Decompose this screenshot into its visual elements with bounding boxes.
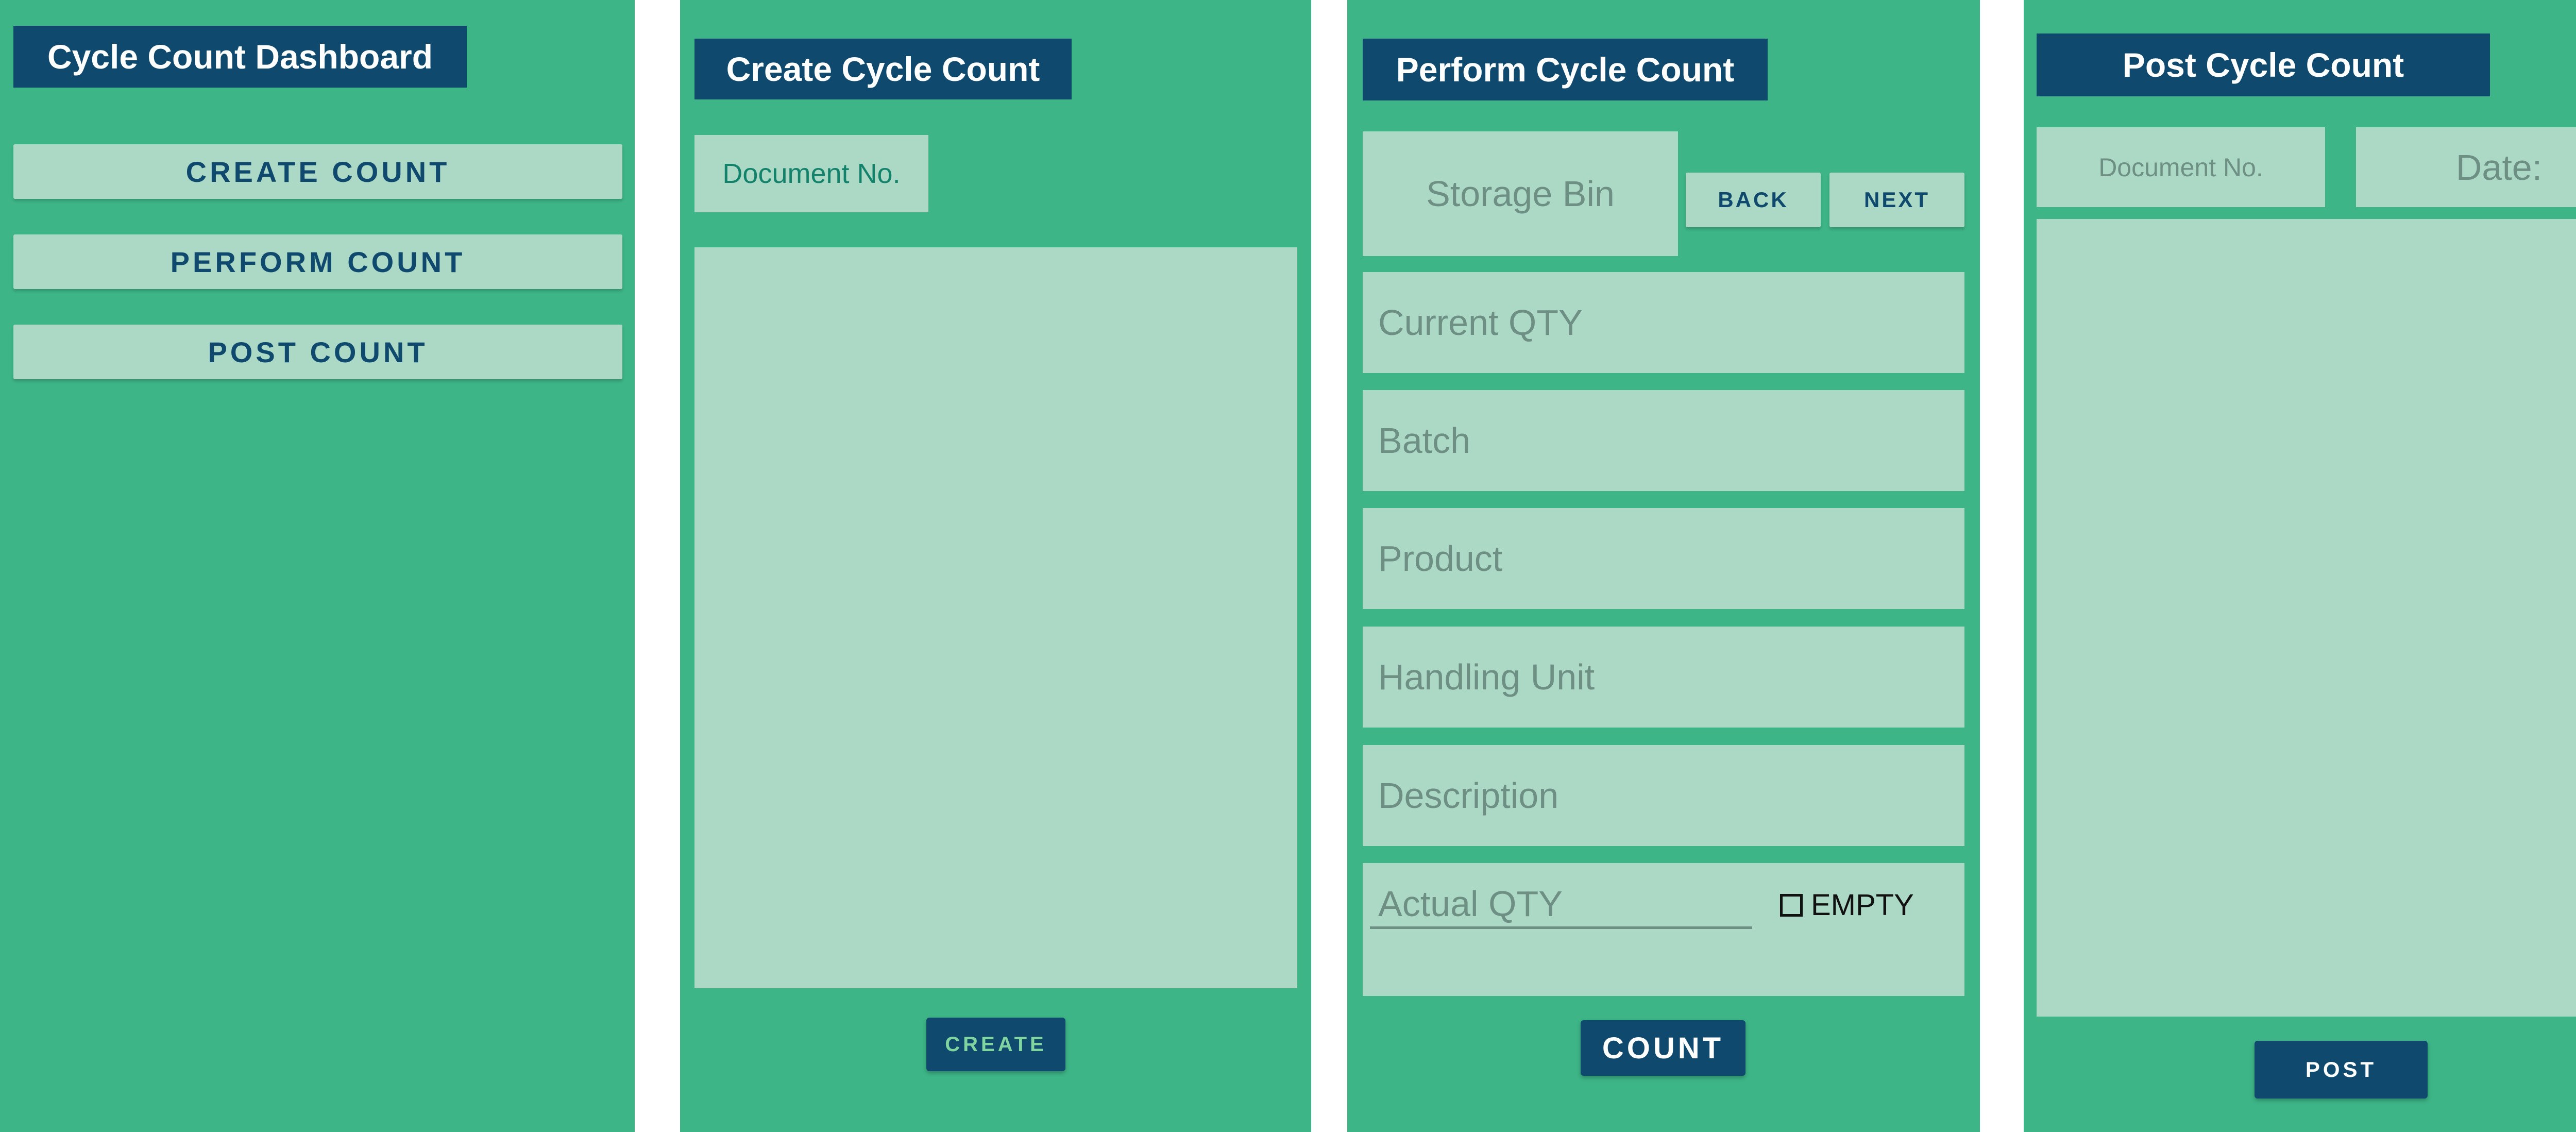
handling-unit-field[interactable]: Handling Unit xyxy=(1363,627,1964,728)
description-field[interactable]: Description xyxy=(1363,745,1964,846)
post-count-button[interactable]: POST COUNT xyxy=(13,325,622,379)
page-title: Create Cycle Count xyxy=(694,39,1072,99)
product-field[interactable]: Product xyxy=(1363,508,1964,609)
count-items-list xyxy=(694,247,1297,988)
document-number-input[interactable]: Document No. xyxy=(2037,127,2325,207)
batch-field[interactable]: Batch xyxy=(1363,390,1964,491)
page-title: Perform Cycle Count xyxy=(1363,39,1768,100)
back-button[interactable]: BACK xyxy=(1686,173,1821,227)
post-screen: Post Cycle Count Document No. Date: POST xyxy=(2024,0,2576,1132)
create-button[interactable]: CREATE xyxy=(926,1018,1065,1071)
page-title: Post Cycle Count xyxy=(2037,33,2490,96)
perform-screen: Perform Cycle Count Storage Bin BACK NEX… xyxy=(1347,0,1980,1132)
document-number-input[interactable]: Document No. xyxy=(694,135,928,212)
posted-items-list xyxy=(2037,219,2576,1017)
page-title: Cycle Count Dashboard xyxy=(13,26,467,88)
create-screen: Create Cycle Count Document No. CREATE xyxy=(680,0,1311,1132)
create-count-button[interactable]: CREATE COUNT xyxy=(13,144,622,199)
date-input[interactable]: Date: xyxy=(2356,127,2576,207)
empty-label: EMPTY xyxy=(1811,888,1914,922)
dashboard-screen: Cycle Count Dashboard CREATE COUNT PERFO… xyxy=(0,0,635,1132)
actual-qty-input[interactable]: Actual QTY xyxy=(1370,878,1752,929)
count-button[interactable]: COUNT xyxy=(1581,1020,1745,1076)
post-button[interactable]: POST xyxy=(2255,1041,2428,1099)
actual-qty-row: Actual QTY EMPTY xyxy=(1363,863,1964,996)
perform-count-button[interactable]: PERFORM COUNT xyxy=(13,234,622,289)
current-qty-field[interactable]: Current QTY xyxy=(1363,272,1964,373)
next-button[interactable]: NEXT xyxy=(1829,173,1964,227)
empty-checkbox[interactable] xyxy=(1780,894,1803,917)
storage-bin-input[interactable]: Storage Bin xyxy=(1363,131,1678,256)
